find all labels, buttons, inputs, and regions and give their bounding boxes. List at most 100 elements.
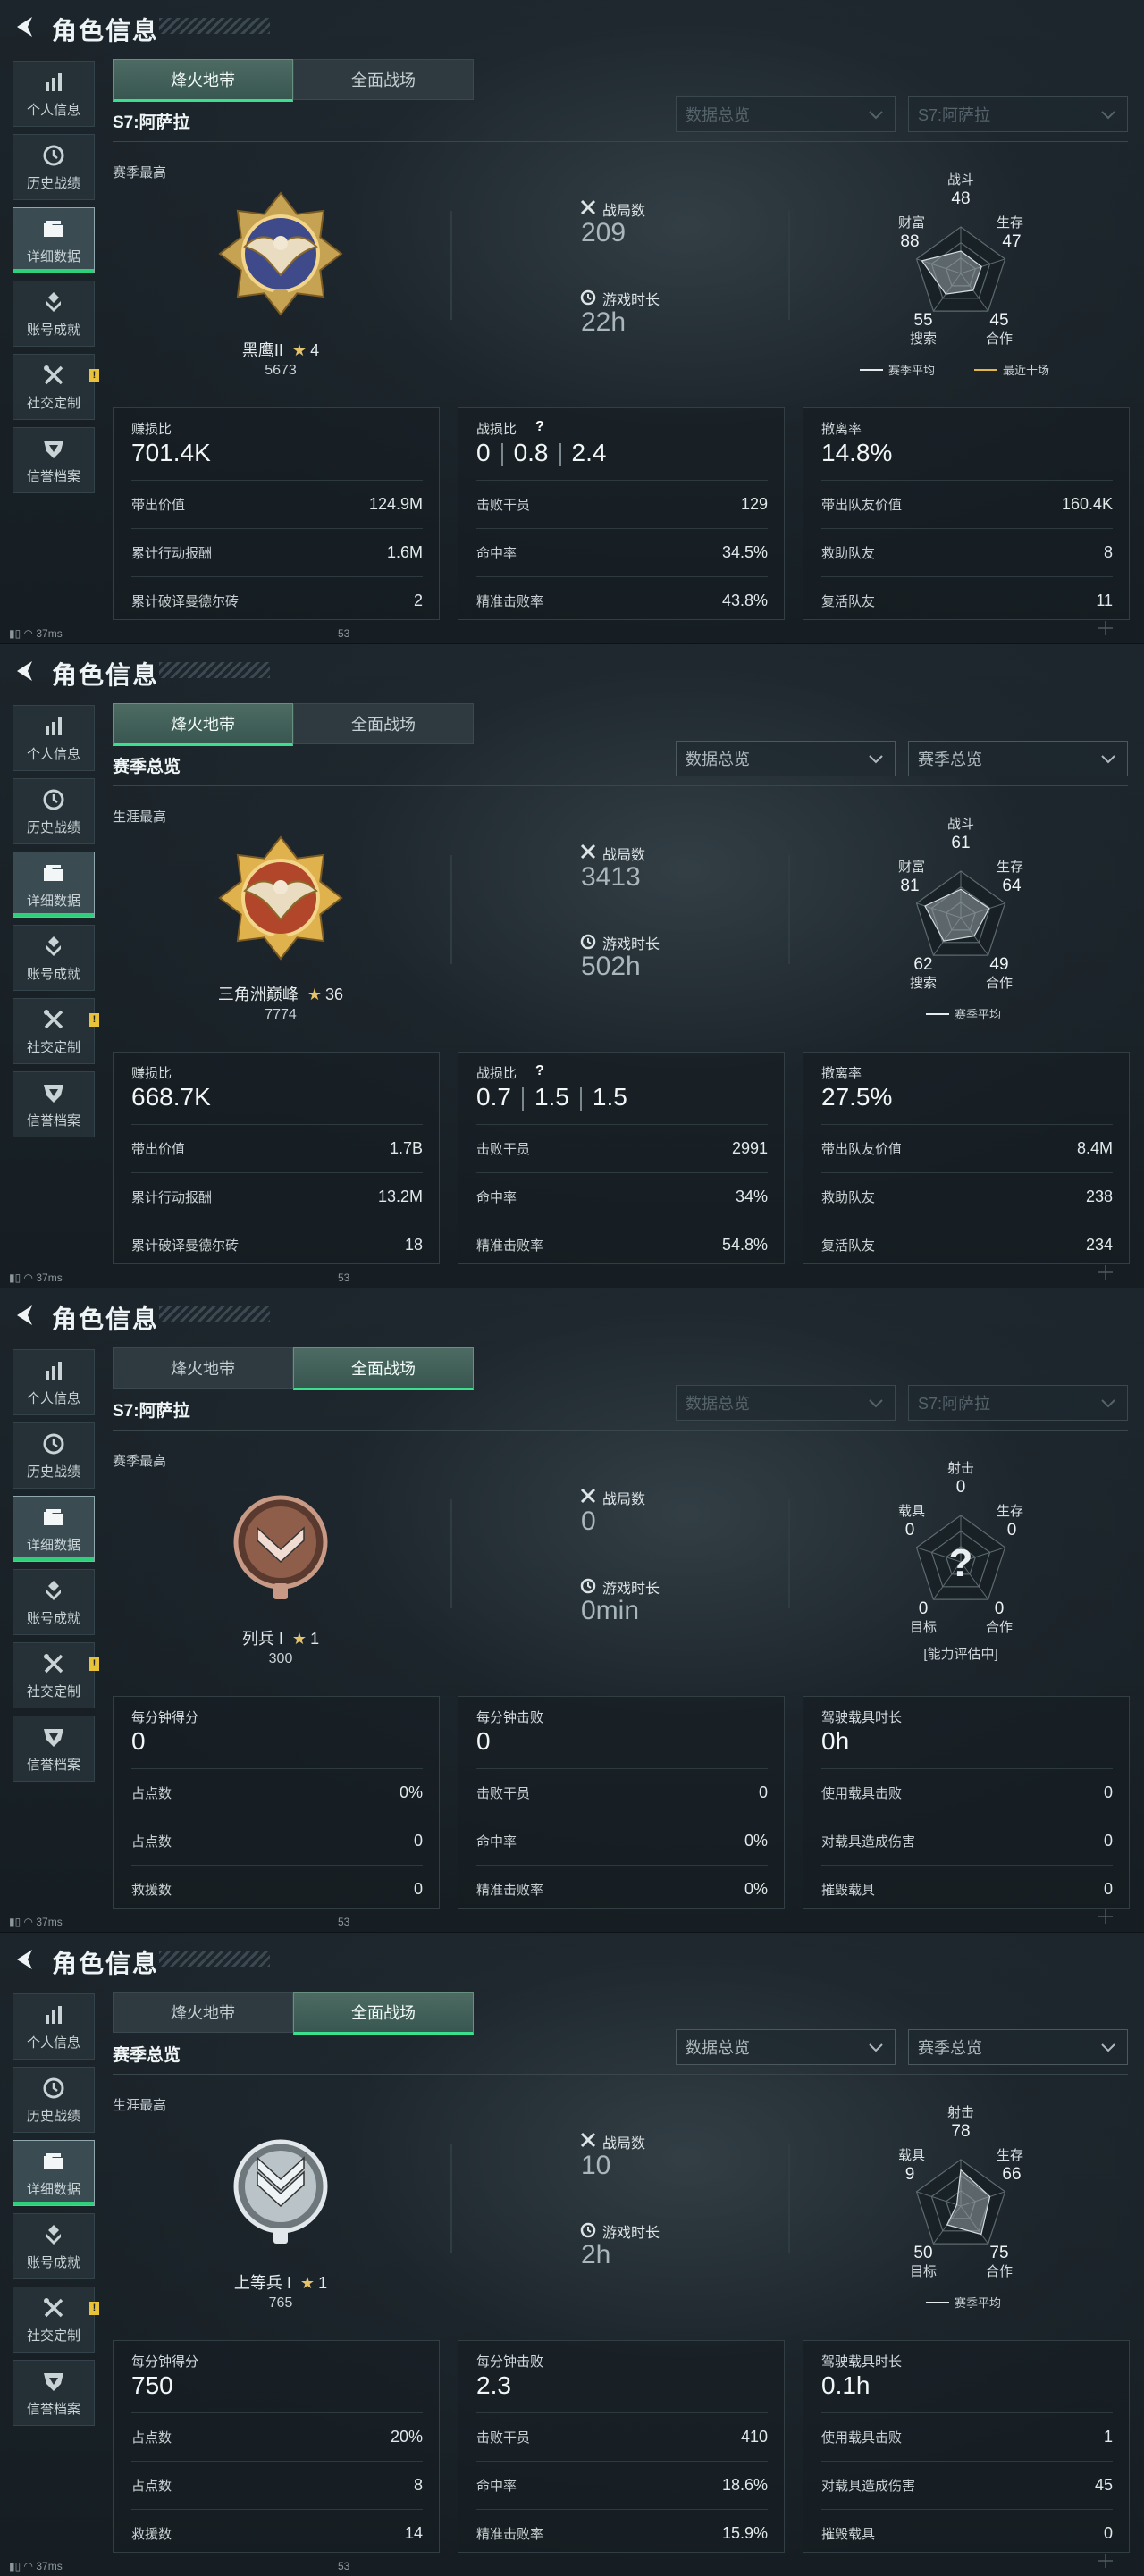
- data-type-dropdown[interactable]: 数据总览: [676, 2029, 896, 2065]
- data-type-dropdown[interactable]: 数据总览: [676, 741, 896, 776]
- radar-axis-value: 0: [1007, 1521, 1017, 1540]
- back-arrow-icon[interactable]: [13, 1303, 38, 1328]
- sidebar-item-clock[interactable]: 历史战绩: [13, 778, 95, 844]
- tab-fire-zone[interactable]: 烽火地带: [113, 1347, 293, 1389]
- stat-row-value: 34.5%: [721, 542, 768, 561]
- sidebar-item-shield[interactable]: 信誉档案: [13, 427, 95, 493]
- help-icon[interactable]: ?: [535, 1063, 544, 1079]
- sidebar-item-clock[interactable]: 历史战绩: [13, 2067, 95, 2133]
- stat-row: 命中率 34%: [476, 1172, 768, 1220]
- stat-row: 击败干员 410: [476, 2412, 768, 2460]
- bars-icon: [46, 717, 62, 735]
- sidebar-item-tools[interactable]: 社交定制!: [13, 2287, 99, 2353]
- folder-icon: [44, 864, 63, 881]
- tab-fire-zone[interactable]: 烽火地带: [113, 703, 293, 746]
- sidebar-item-label: 账号成就: [26, 322, 80, 338]
- sidebar-item-tools[interactable]: 社交定制!: [13, 1642, 99, 1708]
- tab-fire-zone[interactable]: 烽火地带: [113, 59, 293, 102]
- stat-row: 击败干员 0: [476, 1768, 768, 1816]
- sidebar-item-shield[interactable]: 信誉档案: [13, 1716, 95, 1782]
- stat-row: 占点数 0: [131, 1817, 423, 1864]
- rank-stars: 4: [310, 341, 320, 359]
- stat-row-value: 0%: [399, 1783, 423, 1801]
- data-type-dropdown[interactable]: 数据总览: [676, 1385, 896, 1421]
- stat-row-label: 救助队友: [821, 1189, 876, 1205]
- star-icon: ★: [291, 1630, 307, 1648]
- sidebar-item-tools[interactable]: 社交定制!: [13, 998, 99, 1064]
- chevron-down-icon: [869, 2043, 883, 2052]
- sidebar-item-shield[interactable]: 信誉档案: [13, 1071, 95, 1137]
- sidebar-item-trophy[interactable]: 账号成就: [13, 281, 95, 347]
- radar-axis-value: 0: [956, 1478, 966, 1497]
- dropdown-value: 数据总览: [686, 1395, 750, 1413]
- stat-row-label: 带出队友价值: [821, 1141, 903, 1157]
- back-arrow-icon[interactable]: [13, 1947, 38, 1972]
- stat-row: 占点数 8: [131, 2461, 423, 2508]
- help-icon[interactable]: ?: [535, 419, 544, 435]
- divider-vertical: [450, 2144, 452, 2253]
- sidebar-item-bars[interactable]: 个人信息: [13, 1349, 95, 1415]
- sidebar-item-folder[interactable]: 详细数据: [13, 852, 95, 918]
- radar-axis-value: 75: [989, 2244, 1008, 2262]
- sidebar-item-folder[interactable]: 详细数据: [13, 207, 95, 273]
- timer-icon: [580, 289, 596, 306]
- stat-row-value: 14: [404, 2523, 423, 2542]
- season-dropdown[interactable]: S7:阿萨拉: [908, 1385, 1128, 1421]
- ping-value: 37ms: [36, 1916, 63, 1928]
- play-time-value: 502h: [581, 952, 641, 981]
- data-type-dropdown[interactable]: 数据总览: [676, 96, 896, 132]
- stat-row-label: 带出价值: [131, 497, 186, 513]
- sidebar-item-tools[interactable]: 社交定制!: [13, 354, 99, 420]
- stat-row-value: 238: [1085, 1187, 1113, 1205]
- sidebar-item-bars[interactable]: 个人信息: [13, 61, 95, 127]
- alert-badge: !: [89, 2302, 99, 2315]
- divider: [113, 141, 1128, 142]
- season-dropdown[interactable]: S7:阿萨拉: [908, 96, 1128, 132]
- status-bar: ▮▯ ◠ 37ms: [9, 1916, 63, 1928]
- radar-axis-label: 搜索: [910, 976, 937, 991]
- sidebar-item-folder[interactable]: 详细数据: [13, 2140, 95, 2206]
- sidebar-item-trophy[interactable]: 账号成就: [13, 925, 95, 991]
- stat-row: 带出价值 1.7B: [131, 1124, 423, 1171]
- folder-icon: [44, 2152, 63, 2169]
- stat-row: 使用载具击败 0: [821, 1768, 1113, 1816]
- stat-row-label: 击败干员: [476, 1785, 531, 1801]
- stat-row-label: 击败干员: [476, 497, 531, 513]
- sidebar-item-label: 账号成就: [26, 2254, 80, 2270]
- stat-row-value: 1.7B: [389, 1138, 423, 1157]
- sidebar-item-trophy[interactable]: 账号成就: [13, 2213, 95, 2279]
- radar-axis-label: 载具: [898, 1504, 925, 1519]
- season-dropdown[interactable]: 赛季总览: [908, 741, 1128, 776]
- section-subtitle: S7:阿萨拉: [113, 113, 190, 132]
- radar-axis-label: 合作: [986, 976, 1013, 991]
- rank-score: 300: [268, 1651, 293, 1666]
- tab-full-battlefield[interactable]: 全面战场: [293, 1347, 474, 1390]
- kd-ratio-values: 0 0.8 2.4: [476, 439, 606, 467]
- tab-fire-zone[interactable]: 烽火地带: [113, 1992, 293, 2033]
- star-icon: ★: [307, 986, 323, 1003]
- stat-card: 每分钟击败 0 击败干员 0 命中率 0% 精准击败率 0%: [458, 1696, 785, 1909]
- radar-axis-value: 45: [989, 311, 1008, 330]
- alert-badge: !: [89, 1013, 99, 1027]
- stat-row: 救助队友 8: [821, 528, 1113, 575]
- sidebar-item-folder[interactable]: 详细数据: [13, 1496, 95, 1562]
- sidebar-item-clock[interactable]: 历史战绩: [13, 1422, 95, 1489]
- season-dropdown[interactable]: 赛季总览: [908, 2029, 1128, 2065]
- back-arrow-icon[interactable]: [13, 14, 38, 39]
- stat-row-label: 累计破译曼德尔砖: [131, 593, 240, 609]
- sidebar-item-shield[interactable]: 信誉档案: [13, 2360, 95, 2426]
- star-icon: ★: [291, 341, 307, 359]
- stat-row-value: 18.6%: [721, 2475, 768, 2494]
- tab-full-battlefield[interactable]: 全面战场: [293, 1992, 474, 2035]
- stat-row-label: 救助队友: [821, 545, 876, 561]
- tab-full-battlefield[interactable]: 全面战场: [293, 59, 474, 100]
- stat-card-main-value: 750: [131, 2371, 173, 2399]
- sidebar-item-label: 社交定制: [26, 1039, 80, 1055]
- sidebar-item-clock[interactable]: 历史战绩: [13, 134, 95, 200]
- tab-full-battlefield[interactable]: 全面战场: [293, 703, 474, 744]
- sidebar-item-bars[interactable]: 个人信息: [13, 705, 95, 771]
- back-arrow-icon[interactable]: [13, 659, 38, 684]
- sidebar-item-trophy[interactable]: 账号成就: [13, 1569, 95, 1635]
- stat-row-label: 击败干员: [476, 2429, 531, 2446]
- sidebar-item-bars[interactable]: 个人信息: [13, 1993, 95, 2060]
